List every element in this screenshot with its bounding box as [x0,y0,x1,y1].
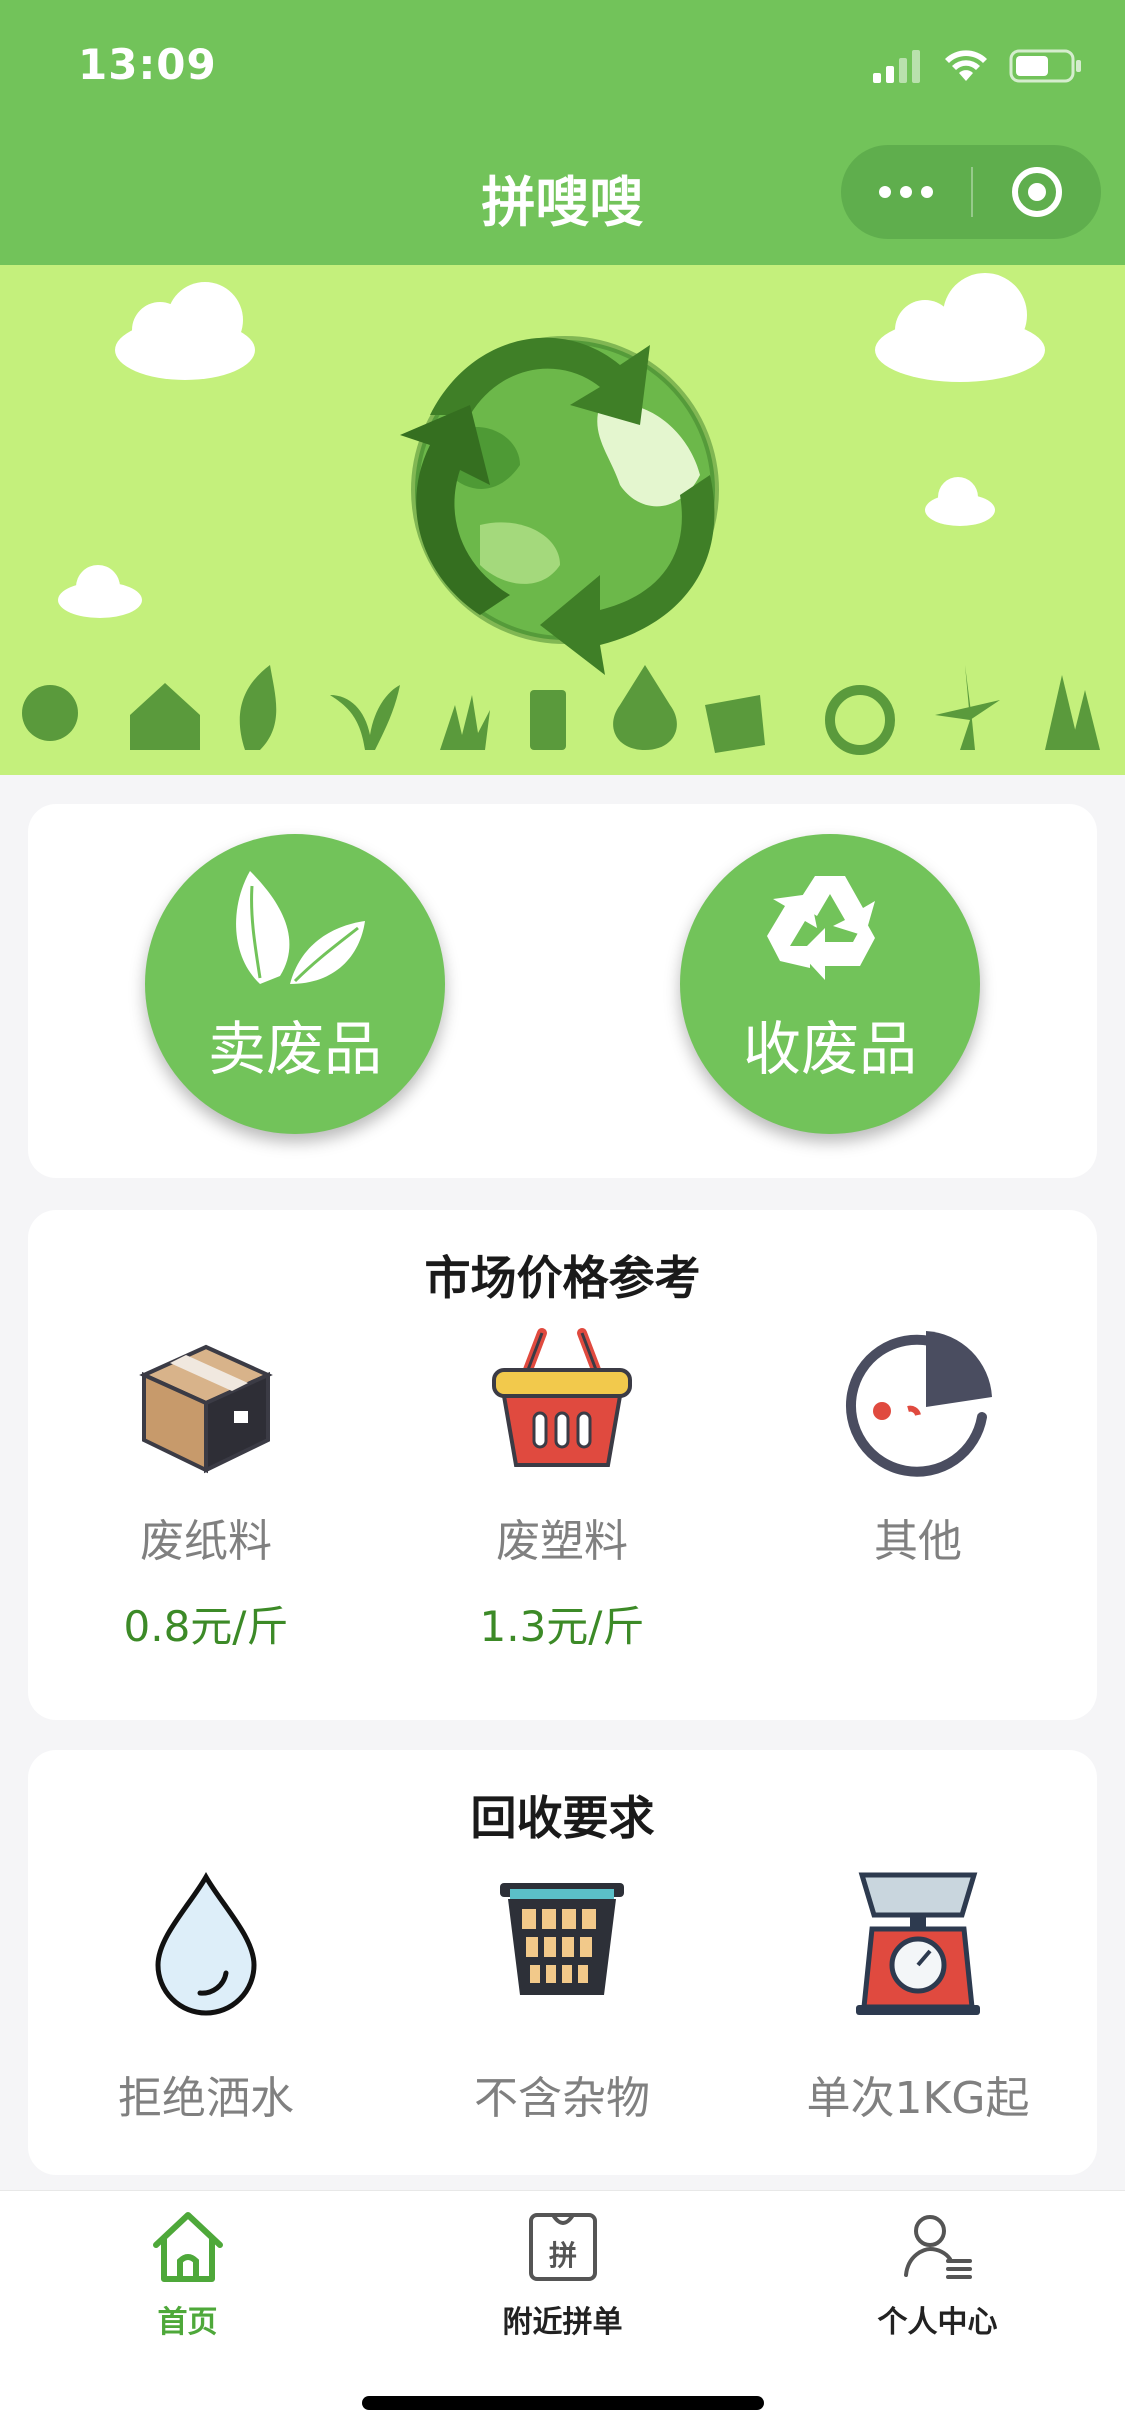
tab-profile-label: 个人中心 [877,2305,998,2340]
price-item-value: 0.8元/斤 [123,1602,289,1651]
price-item-plastic[interactable]: 废塑料 1.3元/斤 [384,1325,740,1705]
water-drop-icon [155,1871,257,2016]
recycle-icon [767,876,875,980]
requirement-no-impurities: 不含杂物 [384,1865,740,2165]
sell-waste-label: 卖废品 [207,1015,382,1083]
signal-icon [873,50,920,83]
price-reference-card: 市场价格参考 废纸料 0.8元/斤 废塑料 1.3元/斤 其他 [28,1210,1097,1720]
weighing-scale-icon [856,1872,980,2015]
price-item-paper[interactable]: 废纸料 0.8元/斤 [28,1325,384,1705]
leaf-icon [236,871,365,984]
requirement-min-weight: 单次1KG起 [740,1865,1096,2165]
target-close-icon[interactable] [973,145,1101,239]
tab-home[interactable]: 首页 [0,2191,375,2351]
recycling-globe-illustration [22,273,1100,755]
requirements-grid: 拒绝洒水 不含杂物 单次1KG起 [28,1865,1097,2165]
cardboard-box-icon [139,1344,273,1474]
wifi-icon [945,50,987,81]
home-indicator [362,2396,764,2410]
collect-waste-label: 收废品 [742,1015,917,1083]
sell-waste-button[interactable]: 卖废品 [145,834,445,1134]
price-grid: 废纸料 0.8元/斤 废塑料 1.3元/斤 其他 [28,1325,1097,1705]
price-item-name: 废塑料 [496,1516,628,1567]
price-item-name: 废纸料 [140,1516,272,1567]
trash-bin-icon [500,1883,624,1995]
tab-nearby-orders-label: 附近拼单 [502,2305,623,2340]
more-dots-icon[interactable] [841,145,971,239]
svg-text:拼: 拼 [549,2239,577,2272]
top-bar: 13:09 拼嗖嗖 [0,0,1125,265]
requirement-name: 拒绝洒水 [118,2073,294,2124]
tab-home-label: 首页 [157,2305,218,2340]
price-card-title: 市场价格参考 [424,1251,701,1305]
action-card: 卖废品 收废品 [28,804,1097,1178]
requirement-name: 不含杂物 [474,2073,650,2124]
requirement-name: 单次1KG起 [806,2073,1030,2124]
eco-banner [0,265,1125,775]
tab-nearby-orders[interactable]: 拼 附近拼单 [375,2191,750,2351]
requirements-card-title: 回收要求 [470,1791,655,1845]
basket-icon [492,1328,632,1467]
user-icon [904,2215,972,2279]
pie-clock-icon [846,1331,992,1477]
price-item-other[interactable]: 其他 [740,1325,1096,1705]
mini-program-capsule [841,145,1101,239]
price-item-value: 1.3元/斤 [479,1602,645,1651]
battery-icon [1009,49,1081,83]
status-time: 13:09 [78,40,217,89]
tab-profile[interactable]: 个人中心 [750,2191,1125,2351]
home-icon [153,2212,223,2282]
recycling-requirements-card: 回收要求 拒绝洒水 不含杂物 单次1KG起 [28,1750,1097,2175]
status-icons [871,48,1083,84]
price-item-name: 其他 [874,1516,962,1567]
requirement-no-water: 拒绝洒水 [28,1865,384,2165]
group-order-icon: 拼 [529,2213,597,2281]
collect-waste-button[interactable]: 收废品 [680,834,980,1134]
